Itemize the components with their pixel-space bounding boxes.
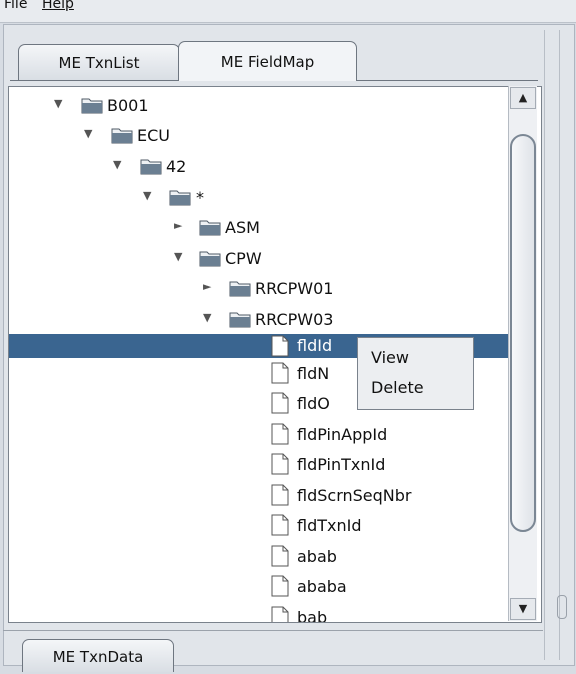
tree-leaf-label: fldScrnSeqNbr (297, 486, 412, 505)
folder-icon (111, 128, 133, 144)
vertical-scrollbar[interactable]: ▲ ▼ (508, 86, 537, 621)
scroll-down-button[interactable]: ▼ (510, 598, 536, 620)
tree-node-42[interactable]: ▼ 42 (9, 156, 509, 180)
expanded-arrow-icon[interactable]: ▼ (143, 189, 151, 202)
folder-icon (169, 190, 191, 206)
menu-bar: File Help (0, 0, 576, 23)
scroll-up-button[interactable]: ▲ (510, 87, 536, 109)
tree-node-asm[interactable]: ► ASM (9, 217, 509, 241)
folder-icon (199, 220, 221, 236)
scroll-thumb[interactable] (510, 134, 536, 532)
document-icon (271, 392, 289, 414)
tree-node-label: * (196, 188, 204, 207)
tree-leaf[interactable]: ababa (9, 575, 509, 600)
tree-node-b001[interactable]: ▼ B001 (9, 95, 509, 119)
panel-separator (3, 630, 543, 631)
context-menu: View Delete (357, 337, 474, 410)
tree-leaf-label: fldId (297, 336, 333, 355)
document-icon (271, 545, 289, 567)
tree-node-label: RRCPW03 (255, 310, 334, 329)
document-icon (271, 335, 289, 357)
document-icon (271, 606, 289, 622)
tree-node-rrcpw03[interactable]: ▼ RRCPW03 (9, 309, 509, 333)
tree-node-rrcpw01[interactable]: ► RRCPW01 (9, 278, 509, 302)
document-icon (271, 514, 289, 536)
document-icon (271, 362, 289, 384)
tree-node-star[interactable]: ▼ * (9, 187, 509, 211)
tree-leaf[interactable]: bab (9, 606, 509, 623)
tree-node-label: RRCPW01 (255, 279, 334, 298)
document-icon (271, 453, 289, 475)
expanded-arrow-icon[interactable]: ▼ (54, 97, 62, 110)
tree-leaf[interactable]: fldScrnSeqNbr (9, 484, 509, 509)
tab-me-txndata[interactable]: ME TxnData (22, 639, 174, 672)
menu-file[interactable]: File (4, 0, 27, 12)
tree-node-label: B001 (107, 96, 149, 115)
tree-leaf[interactable]: fldPinTxnId (9, 453, 509, 478)
folder-icon (199, 251, 221, 267)
tree-node-label: ECU (137, 126, 170, 145)
tree-leaf-label: ababa (297, 577, 347, 596)
split-divider[interactable] (544, 30, 560, 660)
tree-node-label: 42 (166, 157, 187, 176)
tab-me-fieldmap[interactable]: ME FieldMap (178, 41, 357, 81)
tab-me-txnlist[interactable]: ME TxnList (18, 44, 180, 80)
folder-icon (229, 281, 251, 297)
context-menu-view[interactable]: View (371, 348, 409, 367)
tree-leaf[interactable]: abab (9, 545, 509, 570)
tree-node-label: CPW (225, 249, 262, 268)
document-icon (271, 575, 289, 597)
folder-icon (81, 98, 103, 114)
tree-node-ecu[interactable]: ▼ ECU (9, 125, 509, 149)
folder-icon (140, 159, 162, 175)
document-icon (271, 484, 289, 506)
expanded-arrow-icon[interactable]: ▼ (84, 127, 92, 140)
tree-leaf[interactable]: fldPinAppId (9, 423, 509, 448)
context-menu-delete[interactable]: Delete (371, 378, 424, 397)
tree-leaf-label: bab (297, 608, 328, 623)
tree-leaf-label: abab (297, 547, 337, 566)
divider-grip[interactable] (557, 595, 567, 619)
tree-leaf[interactable]: fldTxnId (9, 514, 509, 539)
tree-leaf-label: fldPinAppId (297, 425, 388, 444)
folder-icon (229, 312, 251, 328)
tree-node-label: ASM (225, 218, 260, 237)
expanded-arrow-icon[interactable]: ▼ (174, 250, 182, 263)
expanded-arrow-icon[interactable]: ▼ (203, 311, 211, 324)
tree-leaf-label: fldTxnId (297, 516, 362, 535)
tree-leaf-label: fldN (297, 364, 330, 383)
tree-node-cpw[interactable]: ▼ CPW (9, 248, 509, 272)
menu-help[interactable]: Help (42, 0, 74, 12)
collapsed-arrow-icon[interactable]: ► (203, 280, 211, 293)
collapsed-arrow-icon[interactable]: ► (174, 219, 182, 232)
expanded-arrow-icon[interactable]: ▼ (113, 158, 121, 171)
tree-leaf-label: fldPinTxnId (297, 455, 386, 474)
tree-leaf-label: fldO (297, 394, 330, 413)
document-icon (271, 423, 289, 445)
